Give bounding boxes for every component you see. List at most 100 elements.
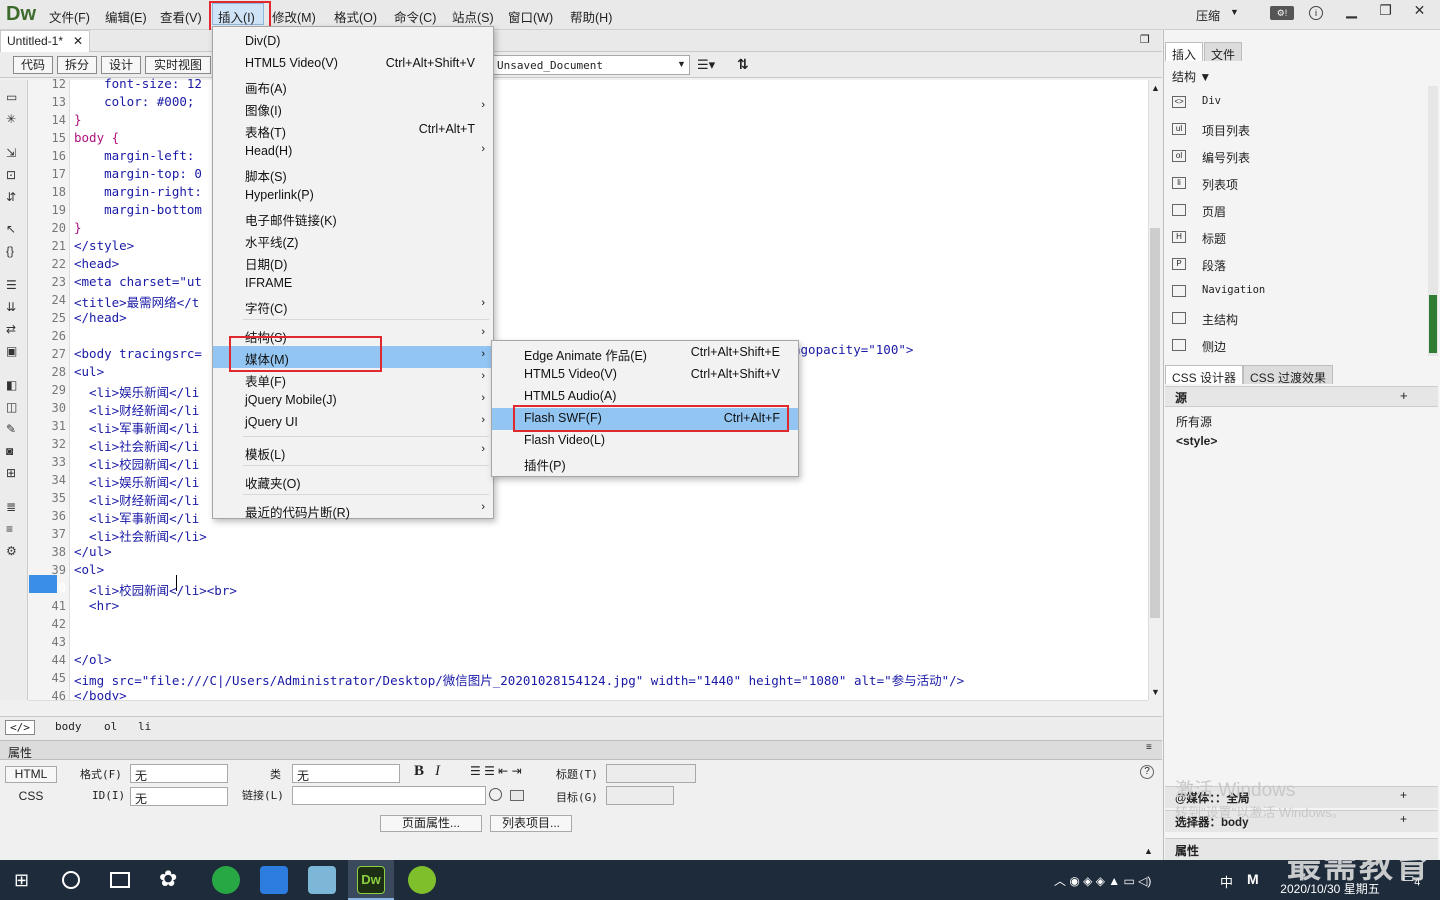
class-select[interactable]: 无 [292,764,400,783]
toolbar-tool-icon[interactable]: ▭ [6,90,17,104]
toolbar-tool-icon[interactable]: ▣ [6,344,17,358]
insert-item[interactable]: Div [1202,95,1221,107]
add-media-icon[interactable]: + [1400,788,1407,802]
sync-icon[interactable]: ⚙! [1270,6,1294,20]
list-item-button[interactable]: 列表项目... [490,815,572,832]
help-icon[interactable]: i [1309,6,1323,20]
chevron-down-icon[interactable]: ▼ [677,59,686,69]
insert-menu-item[interactable]: Div(D) [213,31,493,53]
tag-selector-item[interactable]: li [138,720,151,733]
point-to-file-icon[interactable] [489,788,502,801]
scrollbar-thumb[interactable] [1429,295,1437,353]
minimize-icon[interactable]: ▁ [1335,0,1368,20]
insert-menu-item[interactable]: 画布(A) [213,75,493,97]
html-mode-button[interactable]: HTML [5,766,57,783]
close-icon[interactable]: ✕ [1403,0,1436,20]
scrollbar-thumb[interactable] [1150,228,1160,618]
toolbar-tool-icon[interactable]: ◙ [6,444,13,458]
menu-4[interactable]: 修改(M) [272,7,316,26]
menu-0[interactable]: 文件(F) [49,7,90,26]
media-menu-item[interactable]: 插件(P) [492,452,798,474]
bold-icon[interactable]: B [414,763,424,780]
toolbar-tool-icon[interactable]: ≡ [6,522,13,536]
insert-menu-item[interactable]: 收藏夹(O) [213,470,493,492]
media-menu-item[interactable]: Flash Video(L) [492,430,798,452]
tag-selector-item[interactable]: body [55,720,82,733]
code-view-button[interactable]: 代码 [13,56,53,74]
browse-folder-icon[interactable] [510,790,524,801]
title-input[interactable] [606,764,696,783]
menu-9[interactable]: 帮助(H) [570,7,612,26]
toolbar-tool-icon[interactable]: ⇵ [6,190,16,204]
insert-menu-item[interactable]: IFRAME [213,273,493,295]
media-menu-item[interactable]: HTML5 Video(V) Ctrl+Alt+Shift+V [492,364,798,386]
toolbar-tool-icon[interactable]: ⇲ [6,146,16,160]
tab-css-transitions[interactable]: CSS 过渡效果 [1243,365,1334,385]
document-title-field[interactable]: Unsaved_Document [492,55,690,75]
insert-item[interactable]: 项目列表 [1202,122,1250,139]
menu-1[interactable]: 编辑(E) [105,7,147,26]
dreamweaver-icon[interactable]: Dw [357,866,385,894]
add-selector-icon[interactable]: + [1400,812,1407,826]
insert-menu-item[interactable]: 最近的代码片断(R) › [213,499,493,521]
toolbar-tool-icon[interactable]: ≣ [6,500,16,514]
insert-menu-item[interactable]: HTML5 Video(V) Ctrl+Alt+Shift+V [213,53,493,75]
chevron-down-icon[interactable]: ▼ [1230,7,1239,17]
ime-mode-icon[interactable]: M [1247,871,1259,887]
notepad-icon[interactable] [308,866,336,894]
tab-css-designer[interactable]: CSS 设计器 [1165,365,1244,385]
toolbar-tool-icon[interactable]: ⚙ [6,544,17,558]
insert-item[interactable]: 页眉 [1202,203,1226,220]
insert-menu-item[interactable]: 脚本(S) [213,163,493,185]
insert-menu-item[interactable]: jQuery UI › [213,412,493,434]
insert-item[interactable]: 侧边 [1202,338,1226,355]
toolbar-tool-icon[interactable]: ✎ [6,422,16,436]
tab-files[interactable]: 文件 [1204,42,1243,62]
toolbar-tool-icon[interactable]: ⊞ [6,466,16,480]
insert-menu-item[interactable]: Hyperlink(P) [213,185,493,207]
workspace-compress[interactable]: 压缩 [1196,7,1220,24]
windows-start-icon[interactable]: ⊞ [14,870,29,891]
task-view-icon[interactable] [110,872,130,888]
insert-menu-item[interactable]: 表格(T) Ctrl+Alt+T [213,119,493,141]
document-tab[interactable]: Untitled-1* ✕ [0,30,90,52]
insert-category[interactable]: 结构 ▼ [1172,68,1211,85]
insert-item[interactable]: 段落 [1202,257,1226,274]
code-tag-icon[interactable]: </> [5,720,35,735]
toolbar-tool-icon[interactable]: ⇄ [6,322,16,336]
id-select[interactable]: 无 [130,787,228,806]
panel-menu-icon[interactable]: ≡ [1146,742,1152,753]
split-view-button[interactable]: 拆分 [57,56,97,74]
insert-menu-item[interactable]: 模板(L) › [213,441,493,463]
help-icon[interactable]: ? [1140,765,1154,779]
panel-restore-icon[interactable]: ❐ [1140,33,1150,46]
writer-icon[interactable] [260,866,288,894]
add-source-icon[interactable]: + [1400,388,1408,403]
insert-item[interactable]: 主结构 [1202,311,1238,328]
app-icon[interactable]: ✿ [159,868,177,890]
menu-6[interactable]: 命令(C) [394,7,436,26]
insert-menu-item[interactable]: jQuery Mobile(J) › [213,390,493,412]
scroll-down-icon[interactable]: ▼ [1151,687,1160,697]
insert-item[interactable]: 编号列表 [1202,149,1250,166]
source-item[interactable]: 所有源 [1176,413,1212,430]
page-properties-button[interactable]: 页面属性... [380,815,482,832]
editor-horizontal-scrollbar[interactable] [28,700,1148,716]
toolbar-tool-icon[interactable]: ↖ [6,222,16,236]
toolbar-tool-icon[interactable]: ⊡ [6,168,16,182]
insert-menu-item[interactable]: 日期(D) [213,251,493,273]
source-item[interactable]: <style> [1176,434,1217,448]
sort-icon[interactable]: ⇅ [737,56,749,73]
toolbar-tool-icon[interactable]: ⇊ [6,300,16,314]
toolbar-tool-icon[interactable]: {} [6,244,14,258]
list-format-icons[interactable]: ☰ ☰ ⇤ ⇥ [470,764,522,778]
italic-icon[interactable]: I [435,763,440,780]
browser-icon[interactable] [212,866,240,894]
insert-item[interactable]: 标题 [1202,230,1226,247]
ime-indicator[interactable]: 中 [1220,872,1233,891]
menu-2[interactable]: 查看(V) [160,7,202,26]
design-view-button[interactable]: 设计 [101,56,141,74]
insert-menu-item[interactable]: 图像(I) › [213,97,493,119]
file-management-icon[interactable]: ☰▾ [697,57,715,73]
insert-menu-item[interactable]: 电子邮件链接(K) [213,207,493,229]
